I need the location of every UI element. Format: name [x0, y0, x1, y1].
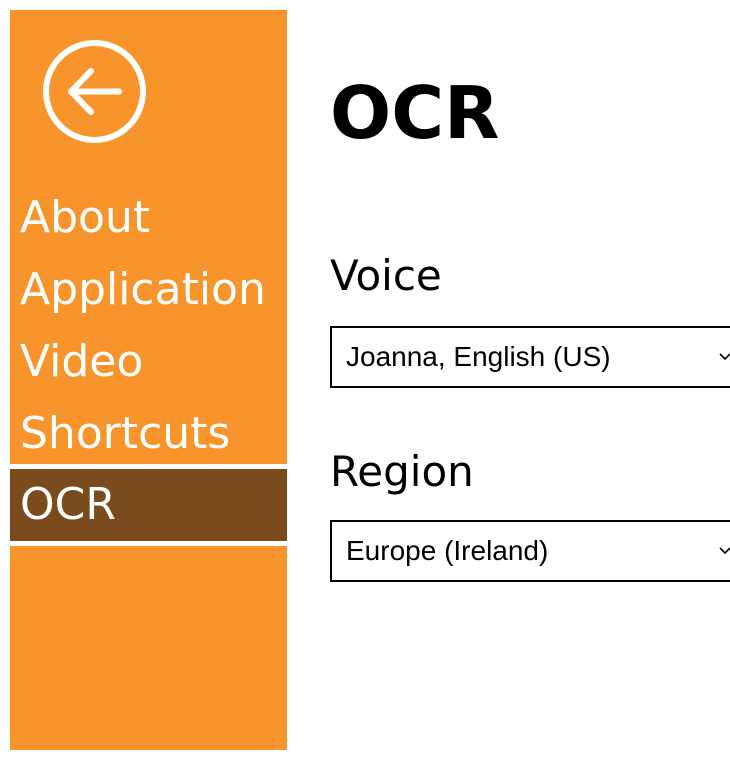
voice-select-value: Joanna, English (US): [346, 341, 611, 372]
sidebar: About Application Video Shortcuts OCR: [10, 10, 287, 750]
region-select-value: Europe (Ireland): [346, 535, 549, 566]
sidebar-item-label: About: [20, 192, 151, 243]
sidebar-item-label: Shortcuts: [20, 408, 231, 459]
sidebar-item-shortcuts[interactable]: Shortcuts: [10, 398, 287, 470]
voice-select[interactable]: Joanna, English (US): [330, 326, 730, 388]
region-label: Region: [330, 447, 474, 496]
chevron-down-icon: [719, 353, 730, 361]
voice-label: Voice: [330, 251, 442, 300]
sidebar-item-label: Video: [20, 336, 144, 387]
sidebar-item-ocr[interactable]: OCR: [10, 464, 287, 546]
region-select[interactable]: Europe (Ireland): [330, 520, 730, 582]
chevron-down-icon: [719, 547, 730, 555]
sidebar-item-about[interactable]: About: [10, 182, 287, 254]
sidebar-item-label: OCR: [20, 479, 116, 530]
page-title: OCR: [330, 71, 500, 155]
sidebar-item-video[interactable]: Video: [10, 326, 287, 398]
arrow-left-icon: [68, 68, 122, 115]
sidebar-item-application[interactable]: Application: [10, 254, 287, 326]
sidebar-item-label: Application: [20, 264, 266, 315]
back-button[interactable]: [43, 40, 146, 143]
